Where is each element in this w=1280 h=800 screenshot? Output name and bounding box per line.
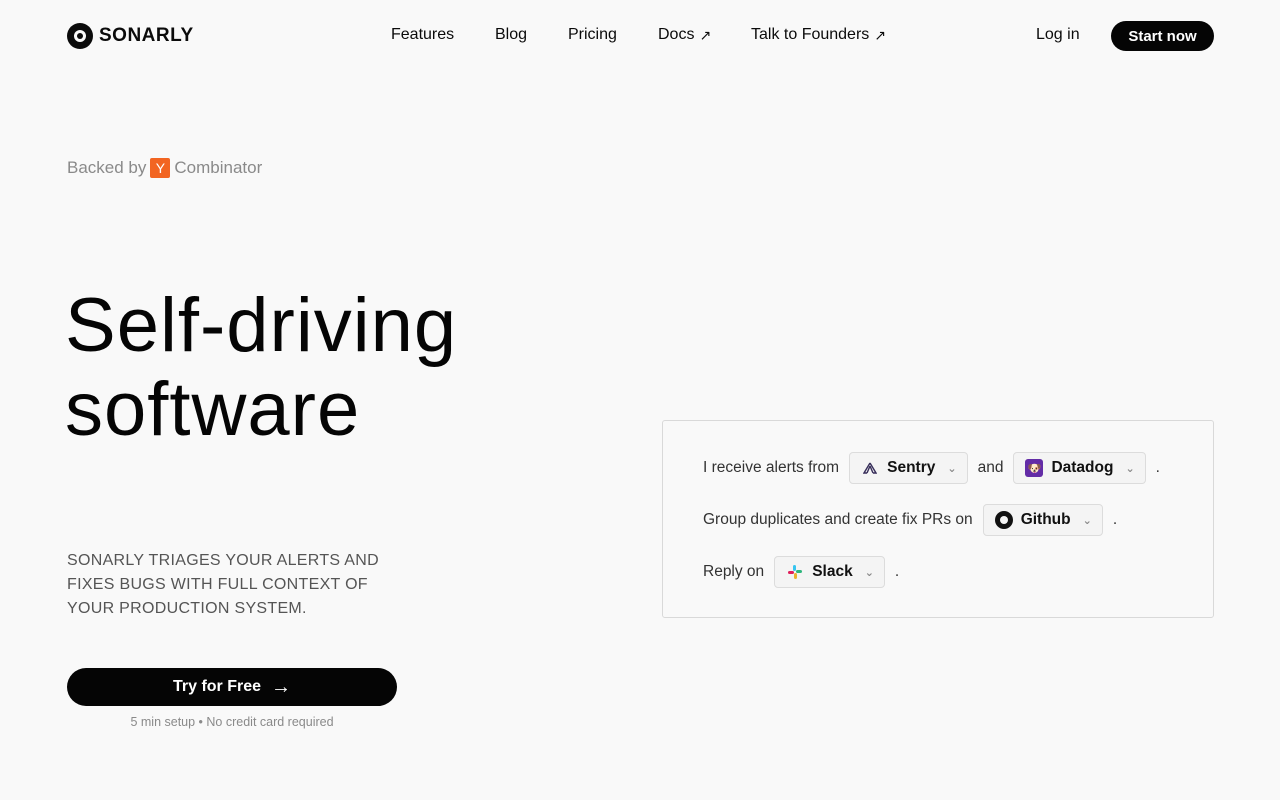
hero-tagline: SONARLY TRIAGES YOUR ALERTS AND FIXES BU… <box>67 552 379 617</box>
start-now-button[interactable]: Start now <box>1111 21 1214 51</box>
nav-label: Docs <box>658 26 695 43</box>
brand-name: SONARLY <box>99 25 194 46</box>
external-link-icon: ↗ <box>874 26 887 43</box>
reply-row: Reply on Slack ⌄ . <box>703 556 899 588</box>
nav-talk-to-founders[interactable]: Talk to Founders ↗ <box>751 26 886 44</box>
nav-pricing[interactable]: Pricing <box>568 26 617 44</box>
period: . <box>1155 459 1160 476</box>
chevron-down-icon: ⌄ <box>1125 462 1135 475</box>
backed-prefix: Backed by <box>67 157 147 177</box>
alerts-label: I receive alerts from <box>703 459 840 476</box>
brand-logo[interactable]: SONARLY <box>67 23 194 49</box>
nav-label: Talk to Founders <box>751 26 870 43</box>
reply-label: Reply on <box>703 563 765 580</box>
nav-label: Blog <box>495 26 528 43</box>
datadog-icon: 🐶 <box>1025 459 1044 477</box>
backed-by-yc: Backed by Y Combinator <box>67 157 262 178</box>
period: . <box>1112 511 1118 528</box>
integration-config-card: I receive alerts from Sentry ⌄ and 🐶 Dat… <box>662 420 1214 618</box>
fix-prs-label: Group duplicates and create fix PRs on <box>703 511 973 528</box>
cta-note: 5 min setup • No credit card required <box>130 715 334 729</box>
period: . <box>894 563 900 580</box>
nav-label: Features <box>391 26 455 43</box>
nav-features[interactable]: Features <box>391 26 454 44</box>
slack-select[interactable]: Slack ⌄ <box>774 556 885 588</box>
github-select[interactable]: Github ⌄ <box>982 504 1103 536</box>
github-label: Github <box>1020 511 1071 528</box>
chevron-down-icon: ⌄ <box>947 462 957 475</box>
arrow-right-icon: → <box>271 676 292 698</box>
sentry-label: Sentry <box>887 459 936 476</box>
alerts-row: I receive alerts from Sentry ⌄ and 🐶 Dat… <box>703 452 1160 484</box>
datadog-select[interactable]: 🐶 Datadog ⌄ <box>1013 452 1146 484</box>
slack-icon <box>786 563 804 581</box>
and-label: and <box>977 459 1004 476</box>
nav-docs[interactable]: Docs ↗ <box>658 26 711 44</box>
nav-blog[interactable]: Blog <box>495 26 527 44</box>
github-icon <box>994 511 1013 529</box>
nav-label: Pricing <box>568 26 617 43</box>
cta-label: Try for Free <box>172 678 262 695</box>
yc-logo-icon: Y <box>150 157 171 178</box>
sonarly-logo-icon <box>67 23 93 49</box>
hero-title-line2: software <box>65 367 361 452</box>
slack-label: Slack <box>812 563 853 580</box>
sentry-select[interactable]: Sentry ⌄ <box>849 452 968 484</box>
hero-title-line1: Self-driving <box>65 283 458 368</box>
chevron-down-icon: ⌄ <box>864 566 874 579</box>
sentry-icon <box>861 459 879 477</box>
hero-title: Self-driving software <box>65 284 457 452</box>
chevron-down-icon: ⌄ <box>1082 514 1092 527</box>
datadog-label: Datadog <box>1051 459 1114 476</box>
fix-prs-row: Group duplicates and create fix PRs on G… <box>703 504 1117 536</box>
external-link-icon: ↗ <box>699 26 712 43</box>
top-header: SONARLY Features Blog Pricing Docs ↗ Talk… <box>0 0 1280 72</box>
login-link[interactable]: Log in <box>1036 26 1080 44</box>
try-for-free-button[interactable]: Try for Free → <box>67 668 397 706</box>
backed-suffix: Combinator <box>174 157 263 177</box>
